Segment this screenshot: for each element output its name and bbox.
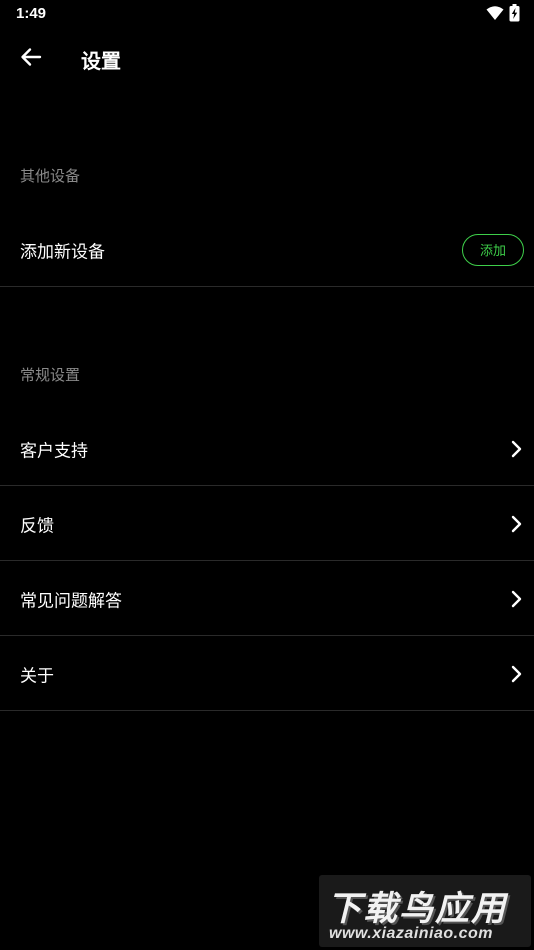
chevron-right-icon — [508, 514, 524, 534]
chevron-right-icon — [508, 664, 524, 684]
settings-item-label: 常见问题解答 — [20, 591, 122, 610]
status-icons — [486, 4, 520, 27]
settings-item-faq[interactable]: 常见问题解答 — [0, 562, 534, 636]
add-new-device-label: 添加新设备 — [20, 242, 105, 261]
battery-charging-icon — [509, 4, 520, 27]
settings-item-label: 关于 — [20, 666, 54, 685]
wifi-icon — [486, 5, 504, 26]
chevron-right-icon — [508, 589, 524, 609]
add-device-button[interactable]: 添加 — [462, 233, 524, 266]
section-header-other-devices: 其他设备 — [20, 168, 81, 185]
status-bar: 1:49 — [0, 0, 534, 28]
add-new-device-row: 添加新设备 添加 — [0, 213, 534, 287]
watermark-url: www.xiazainiao.com — [329, 925, 494, 942]
app-bar: 设置 — [0, 28, 534, 88]
settings-item-label: 反馈 — [20, 516, 54, 535]
page-title: 设置 — [81, 51, 121, 73]
settings-item-about[interactable]: 关于 — [0, 637, 534, 711]
settings-item-label: 客户支持 — [20, 441, 88, 460]
chevron-right-icon — [508, 439, 524, 459]
watermark-title: 下载鸟应用 — [327, 890, 507, 928]
watermark-logo: 下载鸟应用 www.xiazainiao.com — [319, 875, 531, 947]
status-time: 1:49 — [16, 5, 47, 22]
section-header-general: 常规设置 — [20, 367, 81, 384]
settings-item-customer-support[interactable]: 客户支持 — [0, 412, 534, 486]
back-button[interactable] — [14, 42, 48, 76]
arrow-left-icon — [20, 47, 42, 72]
settings-item-feedback[interactable]: 反馈 — [0, 487, 534, 561]
